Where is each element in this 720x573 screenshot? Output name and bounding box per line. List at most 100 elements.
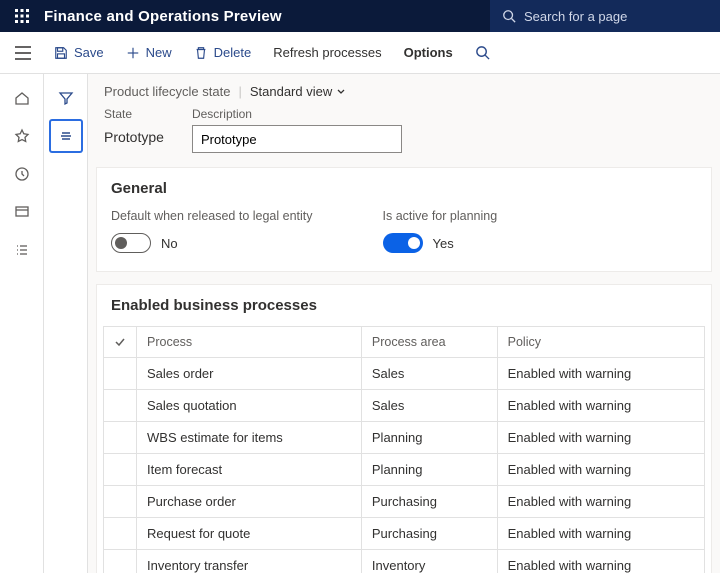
row-select[interactable] xyxy=(104,358,137,390)
filter-icon xyxy=(58,90,74,106)
cell-policy: Enabled with warning xyxy=(497,390,704,422)
trash-icon xyxy=(194,46,208,60)
check-icon xyxy=(114,336,126,348)
default-release-field: Default when released to legal entity No xyxy=(111,209,313,253)
row-select[interactable] xyxy=(104,422,137,454)
chevron-down-icon xyxy=(336,87,346,97)
table-row[interactable]: Sales orderSalesEnabled with warning xyxy=(104,358,705,390)
processes-heading: Enabled business processes xyxy=(97,285,711,326)
command-bar: Save New Delete Refresh processes Option… xyxy=(0,32,720,74)
is-active-toggle[interactable] xyxy=(383,233,423,253)
breadcrumb-separator: | xyxy=(238,84,241,99)
default-release-label: Default when released to legal entity xyxy=(111,209,313,223)
is-active-label: Is active for planning xyxy=(383,209,498,223)
header-fields: State Prototype Description xyxy=(88,105,720,167)
search-icon xyxy=(475,45,490,60)
rail-recent[interactable] xyxy=(6,158,38,190)
cell-area: Inventory xyxy=(361,550,497,573)
workspace-icon xyxy=(14,204,30,220)
cell-process: Request for quote xyxy=(137,518,362,550)
breadcrumb-page: Product lifecycle state xyxy=(104,84,230,99)
view-selector[interactable]: Standard view xyxy=(250,84,346,99)
search-icon xyxy=(502,9,516,23)
search-placeholder: Search for a page xyxy=(524,9,627,24)
clock-icon xyxy=(14,166,30,182)
title-bar: Finance and Operations Preview Search fo… xyxy=(0,0,720,32)
app-title: Finance and Operations Preview xyxy=(44,8,282,25)
cell-policy: Enabled with warning xyxy=(497,550,704,573)
cell-process: Purchase order xyxy=(137,486,362,518)
cell-area: Sales xyxy=(361,358,497,390)
view-mode-rail xyxy=(44,74,88,573)
breadcrumb: Product lifecycle state | Standard view xyxy=(88,74,720,105)
table-row[interactable]: Sales quotationSalesEnabled with warning xyxy=(104,390,705,422)
cell-area: Planning xyxy=(361,454,497,486)
col-area[interactable]: Process area xyxy=(361,327,497,358)
row-select[interactable] xyxy=(104,518,137,550)
cell-process: WBS estimate for items xyxy=(137,422,362,454)
general-section: General Default when released to legal e… xyxy=(96,167,712,272)
processes-section: Enabled business processes Process Proce… xyxy=(96,284,712,573)
list-icon xyxy=(58,128,74,144)
col-policy[interactable]: Policy xyxy=(497,327,704,358)
row-select[interactable] xyxy=(104,486,137,518)
rail-workspaces[interactable] xyxy=(6,196,38,228)
cell-area: Sales xyxy=(361,390,497,422)
new-button[interactable]: New xyxy=(116,36,182,70)
state-label: State xyxy=(104,107,164,121)
cell-policy: Enabled with warning xyxy=(497,422,704,454)
delete-button[interactable]: Delete xyxy=(184,36,262,70)
main-content: Product lifecycle state | Standard view … xyxy=(88,74,720,573)
rail-modules[interactable] xyxy=(6,234,38,266)
global-search[interactable]: Search for a page xyxy=(490,0,720,32)
select-all-header[interactable] xyxy=(104,327,137,358)
processes-grid: Process Process area Policy Sales orderS… xyxy=(103,326,705,573)
cell-process: Inventory transfer xyxy=(137,550,362,573)
default-release-toggle[interactable] xyxy=(111,233,151,253)
row-select[interactable] xyxy=(104,454,137,486)
modules-icon xyxy=(14,242,30,258)
state-field: State Prototype xyxy=(104,107,164,153)
table-row[interactable]: Request for quotePurchasingEnabled with … xyxy=(104,518,705,550)
cell-policy: Enabled with warning xyxy=(497,518,704,550)
row-select[interactable] xyxy=(104,390,137,422)
cell-process: Sales quotation xyxy=(137,390,362,422)
home-icon xyxy=(14,90,30,106)
state-value: Prototype xyxy=(104,125,164,149)
cell-area: Planning xyxy=(361,422,497,454)
description-label: Description xyxy=(192,107,402,121)
cell-area: Purchasing xyxy=(361,486,497,518)
is-active-value: Yes xyxy=(433,236,454,251)
description-input[interactable] xyxy=(192,125,402,153)
table-row[interactable]: Item forecastPlanningEnabled with warnin… xyxy=(104,454,705,486)
cell-policy: Enabled with warning xyxy=(497,454,704,486)
filter-button[interactable] xyxy=(50,82,82,114)
page-search-button[interactable] xyxy=(465,36,501,70)
list-view-button[interactable] xyxy=(50,120,82,152)
left-nav-rail xyxy=(0,74,44,573)
table-row[interactable]: Inventory transferInventoryEnabled with … xyxy=(104,550,705,573)
cell-policy: Enabled with warning xyxy=(497,486,704,518)
rail-home[interactable] xyxy=(6,82,38,114)
general-heading: General xyxy=(97,168,711,209)
rail-favorites[interactable] xyxy=(6,120,38,152)
options-button[interactable]: Options xyxy=(394,36,463,70)
cell-area: Purchasing xyxy=(361,518,497,550)
cell-process: Item forecast xyxy=(137,454,362,486)
table-row[interactable]: WBS estimate for itemsPlanningEnabled wi… xyxy=(104,422,705,454)
refresh-processes-button[interactable]: Refresh processes xyxy=(263,36,391,70)
save-button[interactable]: Save xyxy=(44,36,114,70)
save-icon xyxy=(54,46,68,60)
table-row[interactable]: Purchase orderPurchasingEnabled with war… xyxy=(104,486,705,518)
description-field: Description xyxy=(192,107,402,153)
col-process[interactable]: Process xyxy=(137,327,362,358)
star-icon xyxy=(14,128,30,144)
cell-process: Sales order xyxy=(137,358,362,390)
is-active-field: Is active for planning Yes xyxy=(383,209,498,253)
waffle-icon[interactable] xyxy=(0,9,44,23)
nav-toggle-button[interactable] xyxy=(4,32,42,74)
default-release-value: No xyxy=(161,236,178,251)
row-select[interactable] xyxy=(104,550,137,573)
cell-policy: Enabled with warning xyxy=(497,358,704,390)
plus-icon xyxy=(126,46,140,60)
